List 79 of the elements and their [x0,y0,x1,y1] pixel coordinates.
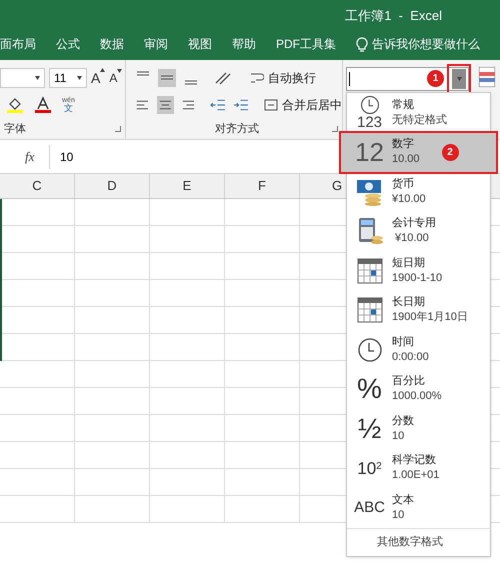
format-option[interactable]: 123 常规 无特定格式 [347,93,490,132]
align-icon[interactable] [158,69,176,87]
merge-center-button[interactable]: 合并后居中 [264,96,342,114]
format-option[interactable]: 长日期 1900年1月10日 [347,290,490,330]
symbol-icon: ½ [358,414,382,443]
column-header[interactable]: D [75,174,150,198]
format-sample: 10.00 [392,152,420,168]
more-formats-link[interactable]: 其他数字格式 [377,534,443,550]
format-name: 分数 [392,414,414,429]
caret-icon [35,76,40,80]
symbol-icon: % [357,375,382,404]
tell-me-field[interactable]: 告诉我你想要做什么 [372,35,480,53]
group-label: 对齐方式 [215,122,259,137]
wrap-icon [250,71,264,85]
format-name: 常规 [392,98,415,113]
window-title: 工作簿1 - Excel [345,7,442,25]
format-option[interactable]: 短日期 1900-1-10 [347,251,490,290]
format-sample: 10 [392,428,406,444]
icon-number: 123 [356,115,382,130]
merge-icon [264,98,278,112]
format-sample: 1.00E+01 [392,468,440,484]
font-name-field[interactable] [0,68,45,88]
dialog-launcher-icon[interactable] [332,126,338,132]
format-name: 文本 [392,492,414,508]
format-option[interactable]: 时间 0:00:00 [347,330,490,370]
lightbulb-icon [356,36,368,52]
column-header[interactable]: E [150,174,225,198]
ribbon-tab[interactable]: 视图 [188,35,212,53]
format-name: 科学记数 [392,453,437,468]
grow-font-button[interactable]: A [91,68,106,88]
dropdown-button[interactable] [452,69,466,89]
ribbon-tab[interactable]: 帮助 [232,35,256,53]
ribbon-tab[interactable]: 公式 [56,35,80,53]
calendar-icon [356,258,382,284]
format-sample: 无特定格式 [392,112,447,128]
shrink-font-button[interactable]: A [109,69,122,87]
clock-icon [360,95,380,116]
format-name: 会计专用 [392,216,436,232]
format-name: 长日期 [392,295,426,310]
format-sample: 1900年1月10日 [392,310,468,326]
text-format-icon: ABC [354,500,385,516]
exponent-icon: 10$^{2}$ [357,460,382,477]
font-size-field[interactable]: 11 [49,68,87,88]
number-format-field[interactable]: 1 [346,67,469,91]
format-name: 时间 [392,334,415,350]
format-option[interactable]: 会计专用 ¥10.00 [347,212,490,251]
format-name: 货币 [392,176,415,192]
ribbon-tab[interactable]: PDF工具集 [276,35,336,53]
caret-icon [100,68,106,72]
format-option[interactable]: 10$^{2}$ 科学记数 1.00E+01 [347,448,490,488]
format-sample: ¥10.00 [394,231,430,246]
format-sample: 1000.00% [392,389,442,404]
wrap-text-button[interactable]: 自动换行 [250,69,316,87]
fill-color-icon[interactable] [6,96,24,114]
format-sample: 10 [392,508,406,523]
ribbon-tab[interactable]: 面布局 [0,35,36,53]
format-sample: ¥10.00 [392,192,426,207]
column-header[interactable]: C [0,174,75,198]
step-badge: 2 [442,144,459,161]
table-style-icon[interactable] [479,67,495,87]
calendar-icon [356,297,382,324]
format-sample: 1900-1-10 [392,270,442,286]
banknote-coins-icon [356,178,384,206]
group-label: 字体 [4,122,26,137]
caret-icon [456,77,462,81]
format-sample: 0:00:00 [392,350,429,365]
caret-icon [117,69,122,73]
fx-label[interactable]: fx [25,146,47,166]
caret-icon [77,76,82,80]
ribbon-tab[interactable]: 数据 [100,35,124,53]
clock-icon [356,336,382,363]
format-name: 百分比 [392,374,426,390]
format-name: 短日期 [392,256,426,271]
align-icon[interactable] [156,96,174,114]
column-header[interactable]: F [225,174,300,198]
font-color-icon[interactable] [34,96,52,114]
dialog-launcher-icon[interactable] [115,126,121,132]
step-badge: 1 [427,70,444,87]
ribbon-tab[interactable]: 审阅 [144,35,168,53]
